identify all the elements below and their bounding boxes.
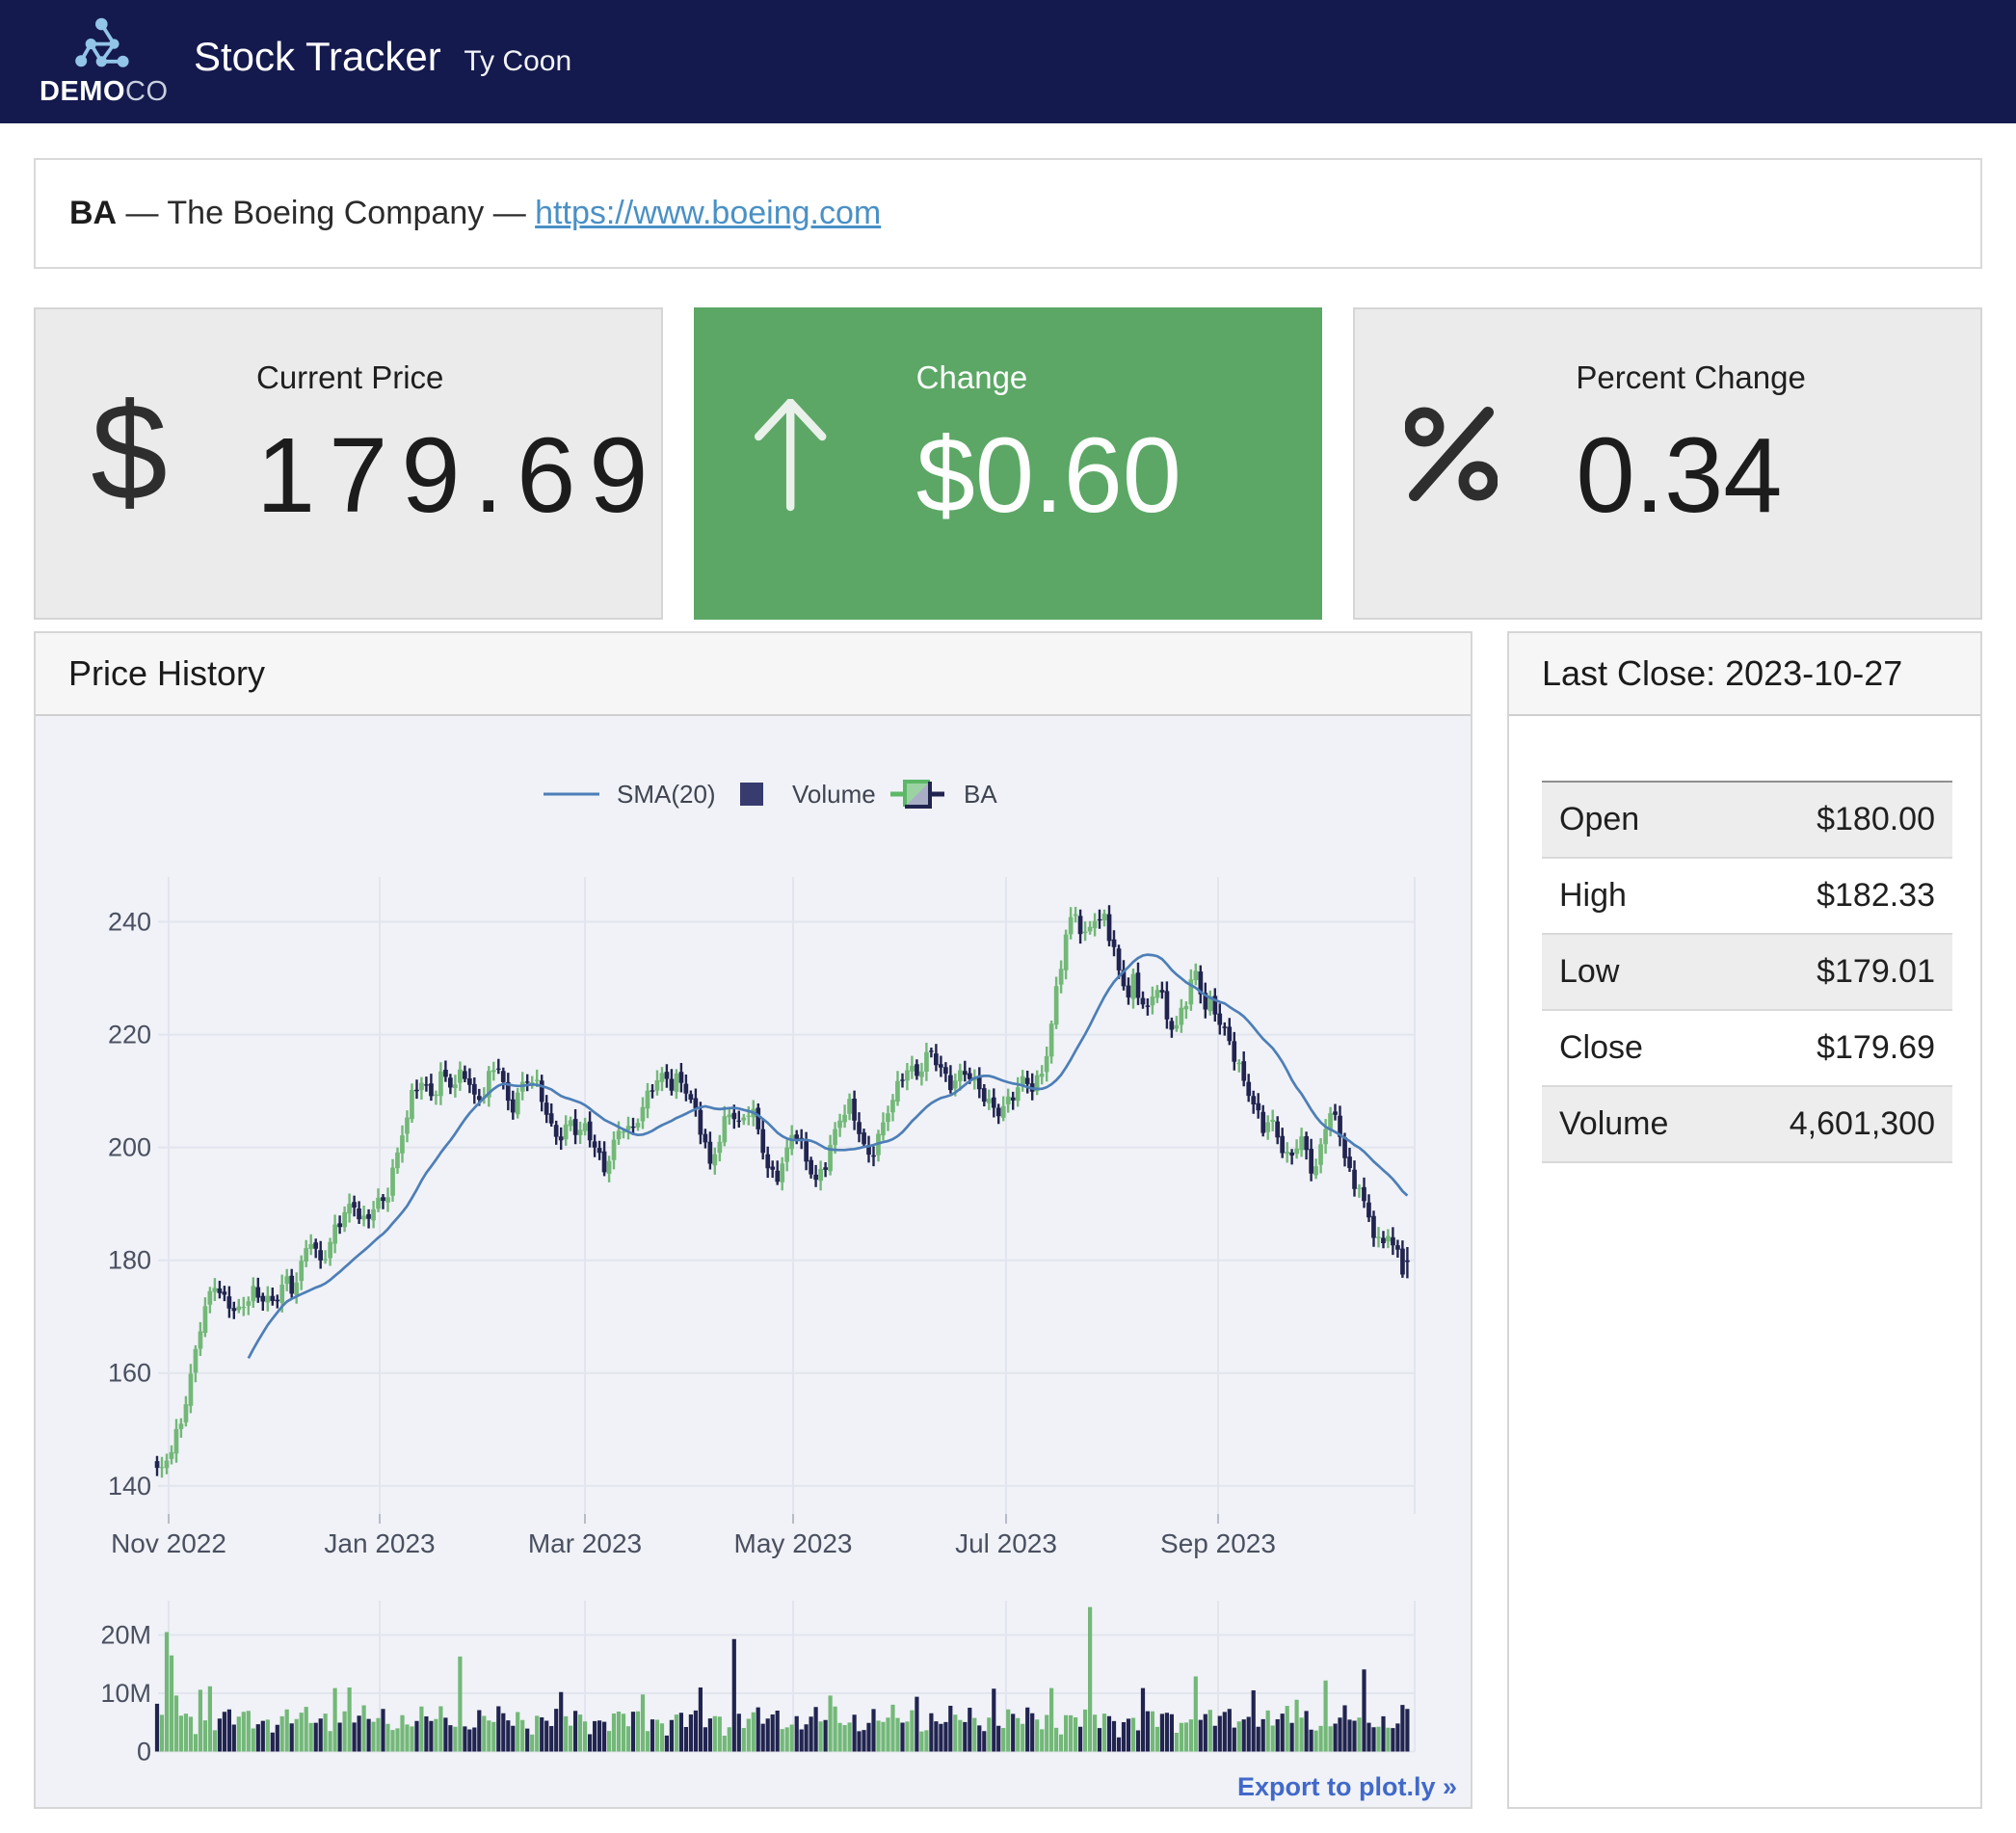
svg-text:Sep 2023: Sep 2023 xyxy=(1160,1528,1276,1558)
svg-text:Nov 2022: Nov 2022 xyxy=(111,1528,226,1558)
svg-text:$: $ xyxy=(91,386,168,521)
svg-text:220: 220 xyxy=(108,1021,151,1049)
svg-text:Jan 2023: Jan 2023 xyxy=(324,1528,435,1558)
svg-text:180: 180 xyxy=(108,1246,151,1275)
svg-text:0: 0 xyxy=(137,1738,151,1767)
svg-text:Jul 2023: Jul 2023 xyxy=(955,1528,1057,1558)
svg-text:140: 140 xyxy=(108,1472,151,1501)
svg-text:May 2023: May 2023 xyxy=(734,1528,853,1558)
svg-text:SMA(20): SMA(20) xyxy=(617,780,716,809)
svg-text:20M: 20M xyxy=(100,1621,151,1650)
svg-text:Mar 2023: Mar 2023 xyxy=(528,1528,642,1558)
svg-text:160: 160 xyxy=(108,1359,151,1388)
svg-text:BA: BA xyxy=(964,780,997,809)
svg-text:10M: 10M xyxy=(100,1679,151,1708)
svg-text:200: 200 xyxy=(108,1133,151,1162)
svg-text:Export to plot.ly »: Export to plot.ly » xyxy=(1237,1772,1457,1801)
svg-text:240: 240 xyxy=(108,908,151,937)
svg-text:Volume: Volume xyxy=(792,780,876,809)
